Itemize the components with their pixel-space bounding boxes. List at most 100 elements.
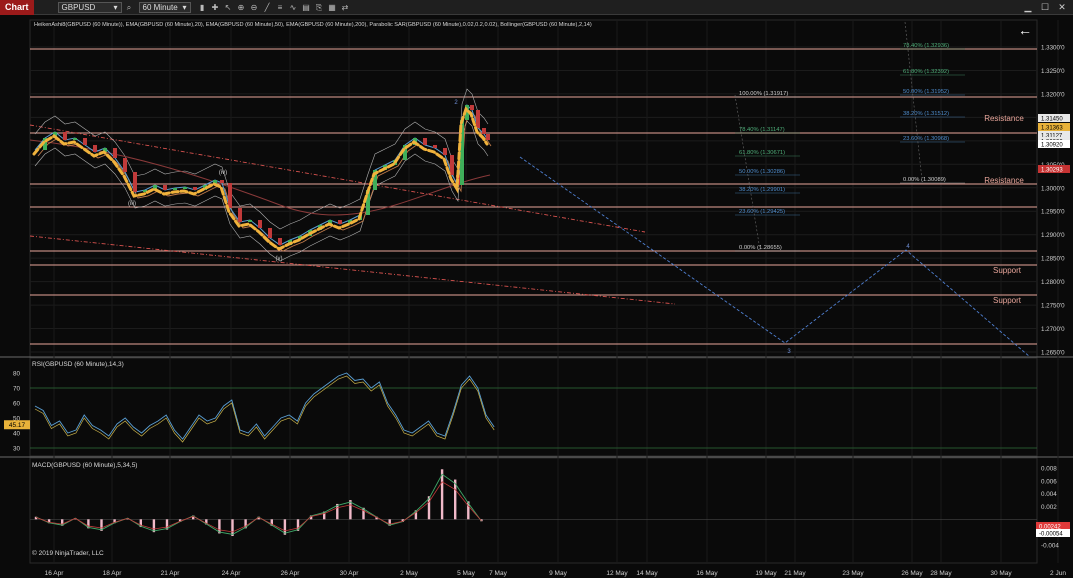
fib-label: 0.00% (1.28655) bbox=[739, 245, 782, 251]
candle bbox=[113, 148, 117, 158]
candle bbox=[173, 188, 177, 190]
date-label: 23 May bbox=[842, 570, 864, 577]
fib-label: 78.40% (1.32936) bbox=[903, 43, 949, 49]
zone-lines: Resistance Resistance Support Support bbox=[30, 48, 1037, 345]
rsi-series bbox=[30, 372, 1037, 449]
rsi-tick-label: 70 bbox=[13, 386, 21, 393]
date-label: 24 Apr bbox=[222, 570, 242, 577]
candle bbox=[73, 138, 77, 140]
lower-trendline bbox=[29, 235, 676, 305]
macd-tick-label: 0.004 bbox=[1041, 491, 1057, 498]
candle bbox=[238, 208, 242, 222]
fib-label: 78.40% (1.31147) bbox=[739, 127, 785, 133]
fib-label: 50.00% (1.30286) bbox=[739, 169, 785, 175]
chart-canvas[interactable]: Resistance Resistance Support Support 100.0… bbox=[0, 0, 1073, 578]
candle bbox=[423, 138, 427, 145]
candle bbox=[220, 180, 224, 183]
price-tick-label: 1.2650'0 bbox=[1041, 350, 1065, 357]
candle bbox=[133, 172, 137, 192]
price-tick-label: 1.2900'0 bbox=[1041, 232, 1065, 239]
rsi-panel-frame bbox=[29, 357, 1038, 457]
zone-label: Resistance bbox=[984, 176, 1024, 185]
ema-50 bbox=[37, 110, 492, 252]
fib-label: 61.80% (1.30671) bbox=[739, 150, 785, 156]
rsi-tick-label: 80 bbox=[13, 371, 21, 378]
date-label: 14 May bbox=[636, 570, 658, 577]
candle bbox=[83, 138, 87, 145]
macd-tick-label: -0.004 bbox=[1041, 543, 1059, 550]
date-label: 30 May bbox=[990, 570, 1012, 577]
rsi-tick-label: 30 bbox=[13, 446, 21, 453]
price-tick-label: 1.3200'0 bbox=[1041, 91, 1065, 98]
date-label: 5 May bbox=[457, 570, 475, 577]
macd-line bbox=[35, 473, 482, 535]
price-tick-label: 1.2700'0 bbox=[1041, 326, 1065, 333]
macd-signal-line bbox=[35, 481, 482, 533]
bollinger-upper bbox=[34, 88, 489, 230]
fib-label: 0.00% (1.30089) bbox=[903, 177, 946, 183]
candle bbox=[482, 128, 486, 134]
rsi-tick-label: 40 bbox=[13, 431, 21, 438]
date-label: 21 Apr bbox=[161, 570, 181, 577]
price-tick-label: 1.3000'0 bbox=[1041, 185, 1065, 192]
date-label: 30 Apr bbox=[340, 570, 360, 577]
rsi-header: RSI(GBPUSD (60 Minute),14,3) bbox=[32, 361, 124, 368]
date-label: 18 Apr bbox=[103, 570, 123, 577]
date-label: 26 May bbox=[901, 570, 923, 577]
rsi-tick-label: 60 bbox=[13, 401, 21, 408]
date-label: 19 May bbox=[755, 570, 777, 577]
fib-label: 23.60% (1.30968) bbox=[903, 136, 949, 142]
price-tick-label: 1.2750'0 bbox=[1041, 303, 1065, 310]
price-tick-label: 1.3300'0 bbox=[1041, 45, 1065, 52]
date-label: 26 Apr bbox=[281, 570, 301, 577]
macd-series bbox=[30, 469, 1037, 537]
wave-label: (iii) bbox=[128, 201, 136, 207]
candle bbox=[433, 145, 437, 148]
macd-tick-label: 0.008 bbox=[1041, 466, 1057, 473]
price-tick-label: 1.2850'0 bbox=[1041, 256, 1065, 263]
candle bbox=[470, 105, 474, 110]
candle bbox=[248, 220, 252, 222]
price-tick-label: 1.3250'0 bbox=[1041, 68, 1065, 75]
candle bbox=[193, 187, 197, 190]
trendlines bbox=[29, 124, 1031, 358]
macd-histogram-bar bbox=[349, 500, 352, 520]
axis-labels: 1.3300'01.3250'01.3200'01.3150'01.3100'0… bbox=[4, 45, 1070, 577]
candle bbox=[450, 155, 454, 175]
macd-histogram-bar bbox=[440, 469, 444, 520]
macd-tick-label: 0.006 bbox=[1041, 478, 1057, 485]
date-label: 9 May bbox=[549, 570, 567, 577]
price-tick-label: 1.2950'0 bbox=[1041, 209, 1065, 216]
price-badge-label: 1.31363 bbox=[1041, 126, 1063, 132]
grid-lines bbox=[30, 20, 1059, 563]
date-label: 7 May bbox=[489, 570, 507, 577]
zone-label: Support bbox=[993, 266, 1022, 275]
candle bbox=[163, 185, 167, 190]
date-label: 16 May bbox=[696, 570, 718, 577]
macd-header: MACD(GBPUSD (60 Minute),5,34,5) bbox=[32, 462, 137, 469]
fib-label: 23.60% (1.29425) bbox=[739, 209, 785, 215]
macd-panel-frame bbox=[29, 457, 1038, 564]
wave-label: 4 bbox=[906, 244, 910, 250]
price-badge-label: 1.31450 bbox=[1041, 117, 1063, 123]
candle bbox=[228, 183, 232, 208]
candle bbox=[486, 134, 490, 140]
candle bbox=[278, 238, 282, 245]
date-label: 2 Jun bbox=[1050, 570, 1066, 577]
fib-label: 38.20% (1.29901) bbox=[739, 187, 785, 193]
fibonacci-levels: 100.00% (1.31917) 78.40% (1.31147) 61.80% … bbox=[734, 21, 965, 252]
rsi-line bbox=[34, 372, 495, 440]
macd-badge-label: -0.00054 bbox=[1039, 532, 1063, 538]
back-arrow-icon[interactable]: ← bbox=[1018, 22, 1032, 38]
date-label: 16 Apr bbox=[45, 570, 65, 577]
date-label: 12 May bbox=[606, 570, 628, 577]
candle bbox=[123, 158, 127, 172]
date-label: 21 May bbox=[784, 570, 806, 577]
date-label: 28 May bbox=[930, 570, 952, 577]
indicator-header: HeikenAshi8(GBPUSD (60 Minute)), EMA(GBP… bbox=[34, 22, 592, 28]
candle bbox=[183, 187, 187, 189]
rsi-value-label: 45.17 bbox=[9, 422, 26, 429]
chart-window: Chart GBPUSD ▾ ⌕ 60 Minute ▾ ▮ ✚ ↖ ⊕ ⊖ ╱… bbox=[0, 0, 1073, 578]
candle bbox=[63, 132, 67, 140]
ema-200 bbox=[29, 139, 491, 216]
